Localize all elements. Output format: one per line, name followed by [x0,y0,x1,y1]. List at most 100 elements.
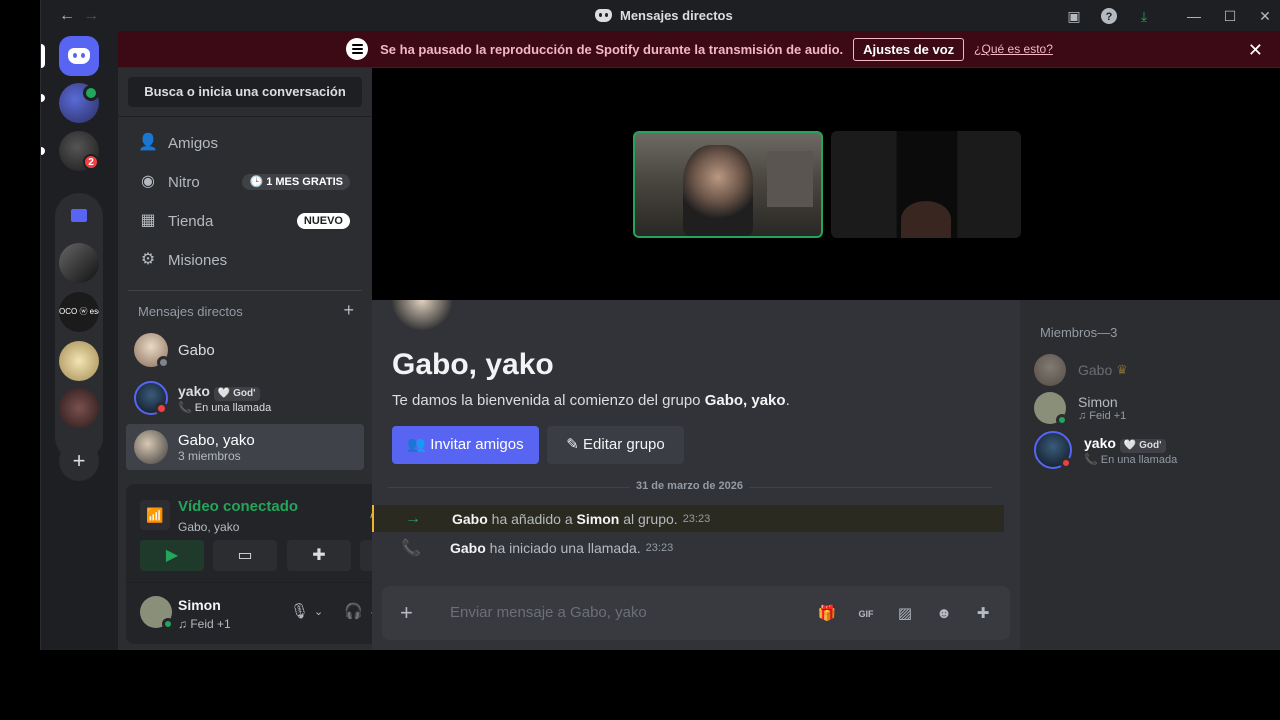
chat-area: Gabo, yako Te damos la bienvenida al com… [372,300,1020,650]
video-stage [372,68,1280,300]
welcome-group: Gabo, yako [704,392,786,409]
minimize-icon[interactable]: — [1185,7,1203,25]
msg-target[interactable]: Simon [577,511,620,527]
member-item-gabo[interactable]: Gabo ♛ [1034,350,1274,390]
video-tile-simon[interactable] [633,131,823,238]
server-icon-3[interactable] [59,341,99,381]
title-bar: ← → Mensajes directos ▣ ? ⤓ — ☐ ✕ [41,0,1280,31]
friends-icon: 👤 [138,134,158,151]
username: Simon [178,597,221,613]
edit-group-button[interactable]: ✎ Editar grupo [547,426,684,464]
edit-label: Editar grupo [583,436,665,453]
group-icon [392,300,452,330]
divider [118,116,372,117]
member-name-row: yako 🤍 God' [1084,435,1177,453]
back-arrow-icon[interactable]: ← [57,6,77,26]
dm-item-gabo[interactable]: Gabo [126,329,364,371]
gif-icon[interactable]: GIF [855,603,877,625]
server-icon-4[interactable] [59,388,99,428]
avatar [134,381,168,415]
nav-nitro-label: Nitro [168,173,200,191]
online-status-icon [1056,414,1068,426]
spotify-icon [346,38,369,60]
home-button[interactable] [59,36,99,76]
member-name: yako [1084,434,1116,451]
date-label: 31 de marzo de 2026 [630,480,750,492]
close-icon[interactable]: ✕ [1248,40,1263,61]
sticker-icon[interactable]: ▨ [894,603,916,625]
dm-name: yako [178,382,210,399]
msg-actor[interactable]: Gabo [450,540,486,556]
discord-logo-icon [68,48,90,64]
add-user-icon: 👥 [407,436,431,453]
dnd-status-icon [1060,457,1072,469]
dm-item-group[interactable]: Gabo, yako 3 miembros [126,424,364,470]
video-indicator-icon [83,85,99,101]
system-message: 📞 Gabo ha iniciado una llamada. 23:23 [372,534,1004,561]
system-message: → Gabo ha añadido a Simon al grupo. 23:23 [372,505,1004,532]
microphone-icon[interactable]: 🎙 [290,602,309,622]
download-icon[interactable]: ⤓ [1135,7,1153,25]
maximize-icon[interactable]: ☐ [1221,7,1239,25]
background-furniture [767,151,813,207]
search-conversation-button[interactable]: Busca o inicia una conversación [128,77,362,107]
dm-activity: 📞 En una llamada [178,401,272,414]
arrow-right-icon: → [405,509,421,527]
dm-header: Mensajes directos [138,304,243,319]
nav-shop-label: Tienda [168,212,214,230]
unread-pill [41,147,45,155]
dm-item-yako[interactable]: yako 🤍 God' 📞 En una llamada [126,377,364,419]
screen-share-button[interactable]: ▭ [213,540,277,571]
apps-icon[interactable]: ✚ [972,603,994,625]
welcome-suffix: . [785,392,790,409]
window-title-text: Mensajes directos [620,8,733,23]
member-item-simon[interactable]: Simon ♫ Feid +1 [1034,388,1274,428]
participant-video [683,145,753,236]
server-icon-1[interactable] [59,243,99,283]
window-title: Mensajes directos [595,8,733,23]
nav-quests[interactable]: ⚙ Misiones [126,242,364,278]
free-month-badge: 🕒 1 MES GRATIS [242,174,350,190]
avatar [134,333,170,369]
emoji-icon[interactable]: ☻ [933,603,955,625]
help-icon[interactable]: ? [1100,7,1118,25]
message-composer[interactable]: + Enviar mensaje a Gabo, yako 🎁 GIF ▨ ☻ … [382,586,1010,640]
server-folder[interactable]: OCO ⓦ esc [55,193,103,461]
activities-button[interactable]: ✚ [287,540,351,571]
user-avatar[interactable] [140,596,174,630]
server-icon-2[interactable]: OCO ⓦ esc [59,292,99,332]
clan-tag: 🤍 God' [213,386,260,401]
whats-this-link[interactable]: ¿Qué es esto? [974,42,1053,56]
video-tile-yako[interactable] [831,131,1021,238]
add-server-button[interactable]: + [59,441,99,481]
nav-friends[interactable]: 👤 Amigos [126,125,364,161]
shop-icon: ▦ [140,212,156,229]
invite-friends-button[interactable]: 👥 Invitar amigos [392,426,539,464]
inbox-icon[interactable]: ▣ [1065,7,1083,25]
server-rail: 2 OCO ⓦ esc + [41,31,118,650]
member-name: Gabo [1078,362,1113,378]
members-header: Miembros—3 [1040,325,1118,340]
message-input-placeholder[interactable]: Enviar mensaje a Gabo, yako [450,604,647,621]
dm-sidebar: Busca o inicia una conversación 👤 Amigos… [118,68,440,650]
headphones-icon[interactable]: 🎧 [344,602,363,622]
gift-icon[interactable]: 🎁 [816,603,838,625]
connection-signal-icon[interactable]: 📶 [140,500,170,530]
member-name: Simon [1078,394,1118,410]
voice-settings-button[interactable]: Ajustes de voz [853,37,965,61]
attach-plus-icon[interactable]: + [400,600,413,626]
dm-name: Gabo, yako [178,431,255,449]
create-dm-icon[interactable]: + [343,300,354,321]
camera-button[interactable]: ▶ [140,540,204,571]
member-item-yako[interactable]: yako 🤍 God' 📞 En una llamada [1034,430,1274,470]
msg-actor[interactable]: Gabo [452,511,488,527]
voice-channel[interactable]: Gabo, yako [178,520,239,534]
chevron-down-icon[interactable]: ⌄ [314,602,323,622]
nav-nitro[interactable]: ◉ Nitro 🕒 1 MES GRATIS [126,164,364,200]
quests-icon: ⚙ [140,251,156,268]
forward-arrow-icon[interactable]: → [81,6,101,26]
close-window-icon[interactable]: ✕ [1256,7,1274,25]
nav-quests-label: Misiones [168,251,228,269]
group-title: Gabo, yako [392,348,554,381]
nav-shop[interactable]: ▦ Tienda NUEVO [126,203,364,239]
